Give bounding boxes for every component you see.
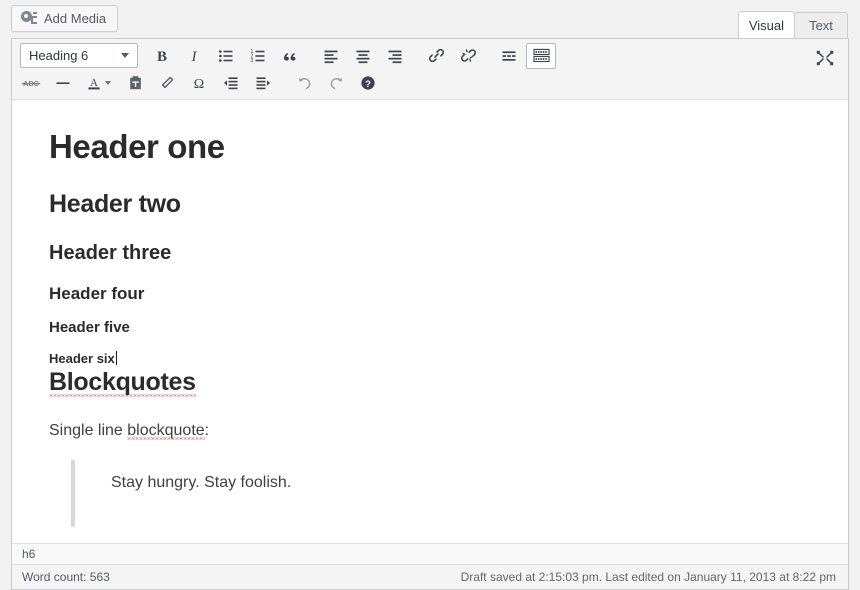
redo-button[interactable] — [321, 70, 351, 96]
heading-five: Header five — [49, 318, 130, 336]
format-select-value: Heading 6 — [29, 48, 89, 63]
single-line-suffix: : — [204, 422, 210, 439]
editor-frame: Heading 6 B I 1 2 3 ABC A Ω ? Header one… — [11, 38, 849, 590]
toolbar-toggle-icon — [532, 48, 550, 63]
italic-button[interactable]: I — [179, 43, 209, 69]
add-media-label: Add Media — [44, 11, 107, 26]
toolbar-toggle-button[interactable] — [526, 42, 556, 69]
numbered-list-button[interactable]: 1 2 3 — [243, 43, 273, 69]
element-path[interactable]: h6 — [22, 547, 35, 561]
numbered-list-icon: 1 2 3 — [250, 49, 265, 64]
heading-six-text: Header six — [49, 350, 115, 366]
blockquote-text: Stay hungry. Stay foolish. — [111, 473, 292, 491]
chevron-down-icon — [121, 53, 129, 58]
text-color-icon: A — [88, 77, 100, 89]
tab-visual-label: Visual — [748, 17, 784, 33]
tab-text[interactable]: Text — [794, 12, 848, 38]
blockquote-button[interactable] — [275, 43, 305, 69]
paste-as-text-button[interactable] — [120, 70, 150, 96]
single-line-prefix: Single line — [49, 422, 128, 439]
fullscreen-arrows-icon — [816, 50, 834, 66]
svg-text:?: ? — [365, 79, 371, 90]
svg-text:3: 3 — [250, 58, 253, 64]
tab-visual[interactable]: Visual — [737, 11, 795, 38]
read-more-button[interactable] — [494, 43, 524, 69]
text-cursor-caret — [115, 350, 117, 365]
editor-status-bar: Word count: 563 Draft saved at 2:15:03 p… — [12, 564, 848, 589]
svg-text:A: A — [90, 77, 98, 89]
bold-button[interactable]: B — [147, 43, 177, 69]
read-more-icon — [502, 50, 516, 61]
editor-mode-tabs: Visual Text — [737, 11, 848, 38]
add-media-icon — [21, 11, 37, 26]
indent-button[interactable] — [248, 70, 278, 96]
post-content-editable[interactable]: Header one Header two Header three Heade… — [12, 100, 848, 543]
bulleted-list-icon — [219, 49, 233, 62]
align-left-button[interactable] — [316, 43, 346, 69]
align-left-icon — [324, 50, 338, 63]
heading-four: Header four — [49, 283, 145, 303]
blockquotes-heading-text: Blockquotes — [49, 367, 196, 396]
indent-icon — [256, 76, 270, 89]
link-icon — [428, 48, 444, 63]
undo-button[interactable] — [289, 70, 319, 96]
help-button[interactable]: ? — [353, 70, 383, 96]
align-center-button[interactable] — [348, 43, 378, 69]
tab-text-label: Text — [809, 18, 833, 33]
heading-one: Header one — [49, 128, 225, 165]
text-color-button[interactable]: A — [80, 70, 118, 96]
editor-toolbar: Heading 6 B I 1 2 3 ABC A Ω ? — [12, 39, 848, 100]
svg-text:Ω: Ω — [194, 77, 204, 91]
toolbar-row-secondary: ABC A Ω ? — [12, 69, 848, 99]
bulleted-list-button[interactable] — [211, 43, 241, 69]
strikethrough-icon: ABC — [21, 79, 41, 88]
svg-text:B: B — [157, 49, 167, 64]
svg-text:I: I — [191, 49, 198, 64]
distraction-free-button[interactable] — [810, 45, 840, 71]
save-status: Draft saved at 2:15:03 pm. Last edited o… — [460, 570, 836, 584]
editor-topbar: Add Media Visual Text — [0, 0, 860, 38]
format-select[interactable]: Heading 6 — [20, 43, 138, 68]
element-path-bar: h6 — [12, 543, 848, 564]
word-count: Word count: 563 — [22, 570, 110, 584]
heading-six: Header six — [49, 350, 814, 367]
strikethrough-button[interactable]: ABC — [16, 70, 46, 96]
special-character-icon: Ω — [194, 77, 204, 91]
horizontal-rule-icon — [56, 81, 70, 84]
blockquote: Stay hungry. Stay foolish. — [71, 459, 814, 528]
italic-icon: I — [191, 49, 198, 64]
heading-three: Header three — [49, 241, 172, 264]
wordpress-post-editor: Add Media Visual Text Heading 6 B I 1 2 … — [0, 0, 860, 590]
align-center-icon — [356, 50, 370, 63]
blockquote-icon — [284, 52, 296, 61]
align-right-button[interactable] — [380, 43, 410, 69]
help-icon: ? — [361, 75, 375, 90]
paste-as-text-icon — [129, 75, 141, 89]
clear-formatting-icon — [161, 76, 174, 88]
heading-two: Header two — [49, 190, 181, 219]
horizontal-rule-button[interactable] — [48, 70, 78, 96]
chevron-down-icon — [105, 80, 111, 85]
unlink-icon — [460, 49, 476, 62]
heading-blockquotes: Blockquotes — [49, 367, 814, 398]
align-right-icon — [388, 50, 402, 63]
clear-formatting-button[interactable] — [152, 70, 182, 96]
add-media-button[interactable]: Add Media — [11, 5, 119, 32]
outdent-button[interactable] — [216, 70, 246, 96]
special-character-button[interactable]: Ω — [184, 70, 214, 96]
remove-link-button[interactable] — [453, 43, 483, 69]
single-line-paragraph: Single line blockquote: — [49, 418, 814, 444]
undo-icon — [298, 77, 310, 89]
toolbar-row-primary: Heading 6 B I 1 2 3 — [12, 39, 848, 69]
redo-icon — [330, 77, 342, 89]
misspelled-word: blockquote — [127, 422, 205, 439]
outdent-icon — [224, 76, 238, 89]
bold-icon: B — [157, 49, 167, 64]
insert-link-button[interactable] — [421, 43, 451, 69]
